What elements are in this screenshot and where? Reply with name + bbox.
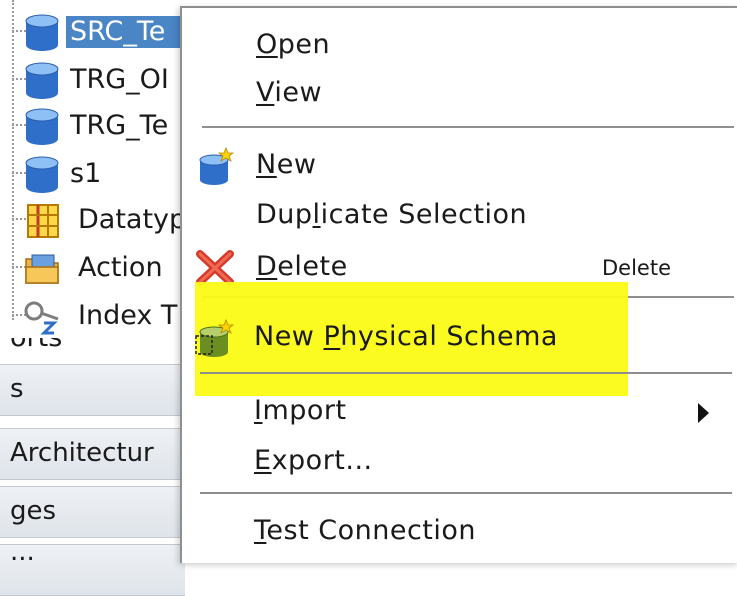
menu-item-new-physical-schema[interactable]: New Physical Schema: [180, 314, 737, 360]
tree-item-label: orts: [10, 338, 62, 352]
tree-item-trg-oi[interactable]: TRG_OI: [0, 56, 185, 104]
section-bar-models[interactable]: s: [0, 364, 185, 416]
physical-schema-icon: [195, 318, 234, 357]
menu-item-label: Test Connection: [254, 514, 476, 548]
menu-separator: [200, 492, 732, 494]
mnemonic: T: [254, 515, 267, 546]
menu-item-import[interactable]: Import: [180, 388, 737, 434]
navigator-tree: SRC_Te TRG_OI TRG_Te s1 Datatyp Action I…: [0, 0, 189, 596]
mnemonic: E: [254, 445, 272, 476]
tree-item-label: Datatyp: [78, 204, 187, 235]
database-icon: [25, 14, 59, 51]
key-icon: [24, 301, 59, 335]
tree-item-label: TRG_Te: [70, 110, 169, 141]
folder-icon: [25, 254, 59, 284]
section-bar-architecture[interactable]: Architectur: [0, 428, 185, 480]
tree-item-label: SRC_Te: [66, 16, 189, 48]
tree-item-label: s1: [70, 158, 102, 189]
menu-item-label: Export...: [254, 444, 373, 478]
mnemonic: P: [323, 321, 341, 352]
section-title: ...: [10, 537, 35, 567]
tree-item-trg-te[interactable]: TRG_Te: [0, 102, 185, 150]
section-title: s: [10, 374, 24, 404]
menu-item-label: New Physical Schema: [254, 321, 558, 352]
menu-item-export[interactable]: Export...: [180, 438, 737, 484]
context-menu-lower: New Physical Schema Import Export... Tes…: [180, 6, 737, 561]
menu-item-test-connection[interactable]: Test Connection: [180, 508, 737, 554]
tree-item-label: TRG_OI: [70, 64, 169, 95]
section-bar-more[interactable]: ...: [0, 537, 185, 596]
tree-item-datatypes[interactable]: Datatyp: [0, 196, 186, 244]
tree-item-action[interactable]: Action: [0, 244, 185, 292]
tree-item-s1[interactable]: s1: [0, 150, 185, 198]
menu-separator: [200, 372, 732, 374]
menu-item-label-rest: mport: [262, 395, 347, 426]
tree-item-label: Action: [78, 252, 163, 283]
submenu-arrow-icon: [698, 403, 709, 423]
database-icon: [25, 156, 59, 193]
database-icon: [25, 108, 59, 145]
tree-item-label: Index T: [78, 300, 178, 331]
section-bar-packages[interactable]: ges: [0, 486, 185, 538]
datatype-grid-icon: [27, 204, 59, 238]
tree-item-partial: orts: [10, 338, 195, 352]
database-icon: [25, 62, 59, 99]
menu-item-label: Import: [254, 394, 347, 428]
tree-item-index[interactable]: Index T: [0, 292, 185, 340]
section-title: Architectur: [10, 438, 154, 468]
menu-item-label-rest: est Connection: [266, 515, 477, 546]
tree-item-src[interactable]: SRC_Te: [0, 8, 189, 56]
section-title: ges: [10, 496, 57, 526]
menu-item-label-rest: xport...: [271, 445, 373, 476]
